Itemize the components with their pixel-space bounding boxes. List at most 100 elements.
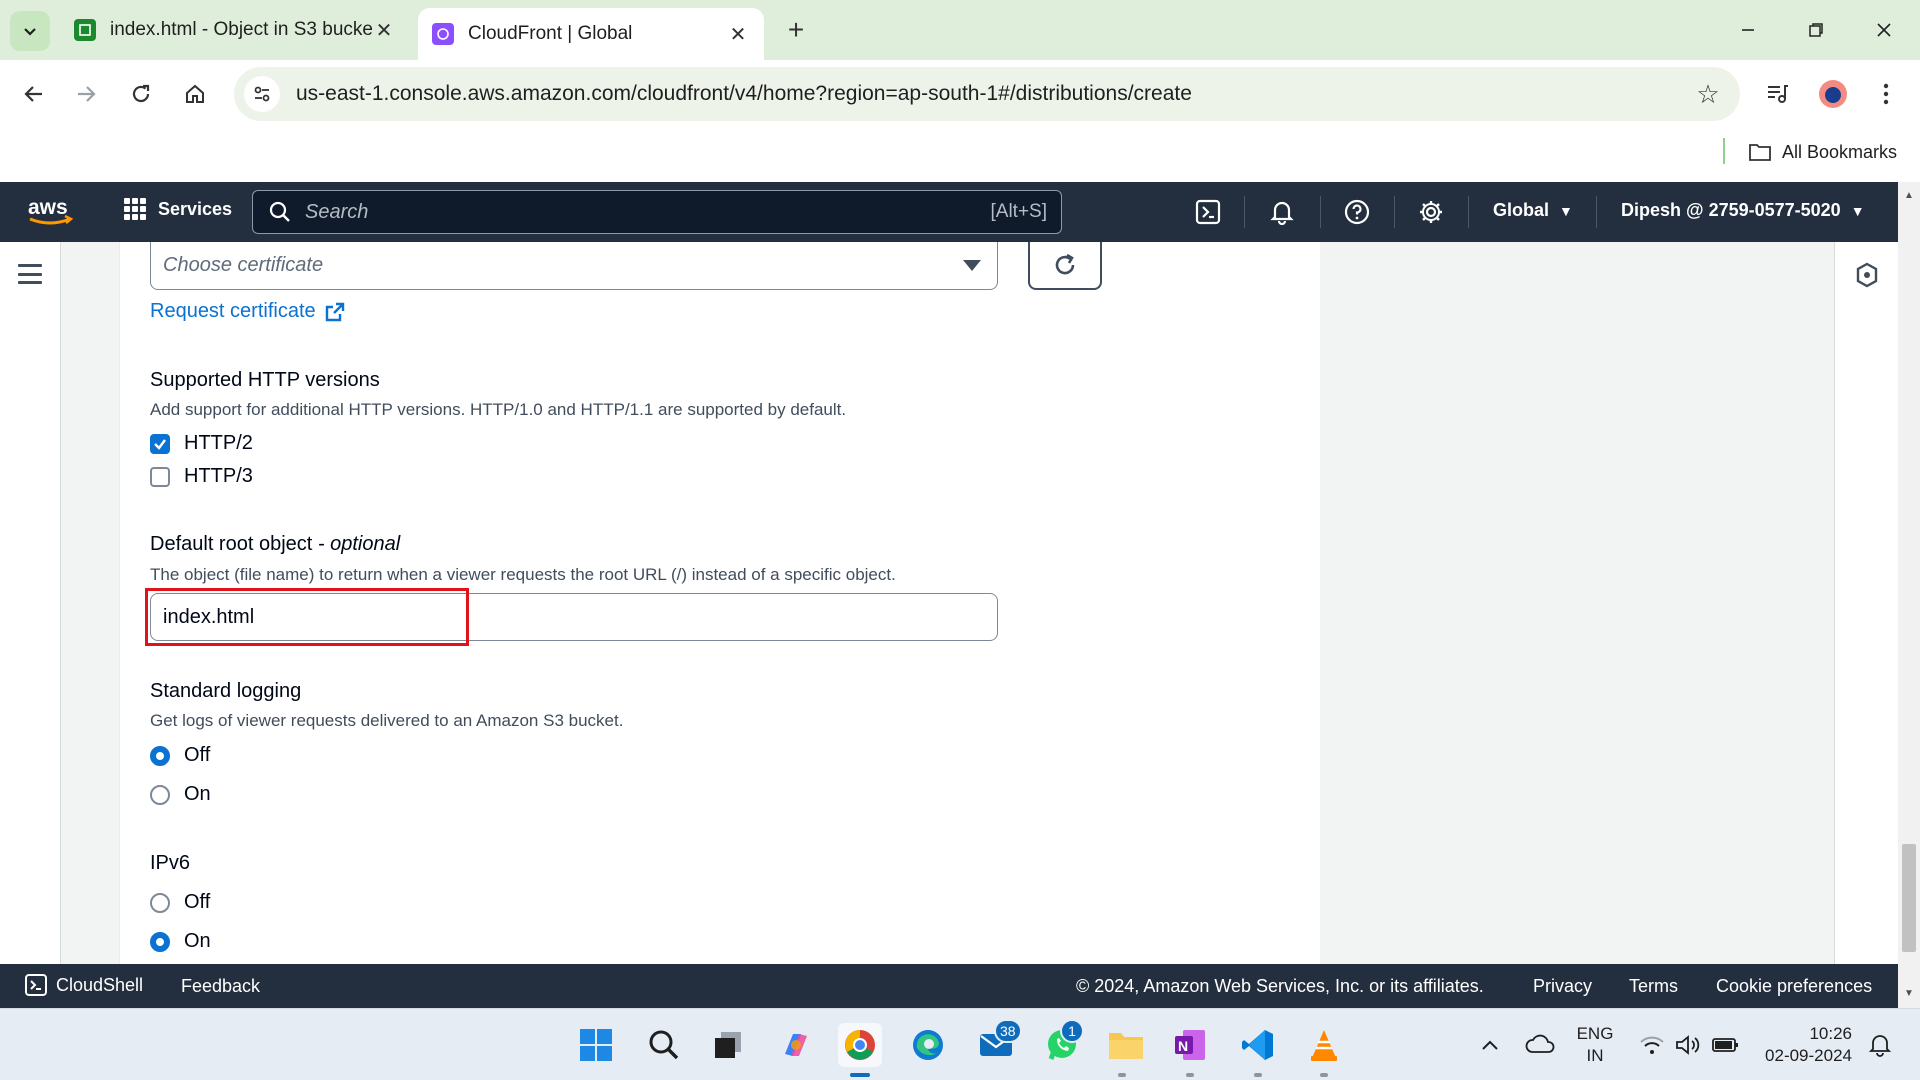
services-label: Services xyxy=(158,198,233,219)
copilot-icon[interactable] xyxy=(774,1023,818,1067)
region-selector[interactable]: Global ▼ xyxy=(1493,200,1573,221)
logging-on-radio-option[interactable]: On xyxy=(150,783,211,806)
all-bookmarks-label: All Bookmarks xyxy=(1782,141,1898,162)
right-content-area xyxy=(1320,242,1834,964)
window-close-icon[interactable] xyxy=(1862,12,1906,48)
bookmark-star-icon[interactable]: ☆ xyxy=(1688,74,1728,114)
nav-divider xyxy=(1320,196,1321,228)
chevron-down-icon xyxy=(24,28,36,36)
back-icon[interactable] xyxy=(14,74,54,114)
terms-link[interactable]: Terms xyxy=(1629,976,1678,997)
caret-down-icon xyxy=(963,260,981,271)
file-explorer-icon[interactable] xyxy=(1104,1023,1148,1067)
ipv6-on-radio-option[interactable]: On xyxy=(150,930,211,953)
running-app-indicator xyxy=(1254,1073,1262,1077)
svg-text:N: N xyxy=(1178,1038,1188,1054)
notifications-bell-icon[interactable] xyxy=(1264,194,1300,230)
tab-search-button[interactable] xyxy=(10,11,50,51)
checkmark-icon xyxy=(154,438,166,450)
cloudshell-label: CloudShell xyxy=(56,974,144,995)
cloudshell-icon[interactable] xyxy=(1190,194,1226,230)
restore-icon[interactable] xyxy=(1794,12,1838,48)
tab-title: index.html - Object in S3 bucke xyxy=(110,19,372,40)
radio-selected[interactable] xyxy=(150,931,170,952)
checkbox-unchecked[interactable] xyxy=(150,466,170,487)
windows-start-icon[interactable] xyxy=(574,1023,618,1067)
new-tab-button[interactable]: + xyxy=(780,14,812,46)
running-app-indicator xyxy=(1320,1073,1328,1077)
hamburger-menu-icon[interactable] xyxy=(18,264,42,284)
kebab-menu-icon[interactable] xyxy=(1866,74,1906,114)
close-icon[interactable]: ✕ xyxy=(726,22,750,46)
site-info-icon[interactable] xyxy=(244,76,280,112)
ipv6-off-radio-option[interactable]: Off xyxy=(150,891,210,914)
http-versions-label: Supported HTTP versions xyxy=(150,369,380,391)
all-bookmarks-button[interactable]: All Bookmarks xyxy=(1748,136,1897,168)
ipv6-on-label: On xyxy=(184,930,211,952)
http2-checkbox-option[interactable]: HTTP/2 xyxy=(150,432,253,455)
refresh-icon xyxy=(1055,253,1075,275)
scroll-up-arrow-icon[interactable]: ▲ xyxy=(1904,190,1914,201)
checkbox-checked[interactable] xyxy=(150,433,170,454)
scrollbar-thumb[interactable] xyxy=(1902,844,1916,952)
cloudshell-button[interactable]: CloudShell xyxy=(24,973,143,997)
running-app-indicator xyxy=(1186,1073,1194,1077)
nav-divider xyxy=(1244,196,1245,228)
radio-unselected[interactable] xyxy=(150,892,170,913)
clock[interactable]: 10:26 02-09-2024 xyxy=(1756,1023,1852,1067)
task-view-icon[interactable] xyxy=(706,1023,750,1067)
minimize-icon[interactable] xyxy=(1726,12,1770,48)
search-icon xyxy=(269,201,290,222)
forward-icon[interactable] xyxy=(66,74,106,114)
onenote-icon[interactable]: N xyxy=(1168,1023,1212,1067)
ipv6-off-label: Off xyxy=(184,891,211,913)
onedrive-cloud-icon[interactable] xyxy=(1518,1023,1562,1067)
services-menu[interactable]: Services xyxy=(124,198,232,220)
http3-checkbox-option[interactable]: HTTP/3 xyxy=(150,465,253,488)
account-menu[interactable]: Dipesh @ 2759-0577-5020 ▼ xyxy=(1621,200,1865,221)
page-scrollbar[interactable]: ▲ ▼ xyxy=(1898,182,1920,1008)
cookie-preferences-link[interactable]: Cookie preferences xyxy=(1716,976,1872,997)
privacy-link[interactable]: Privacy xyxy=(1533,976,1592,997)
taskbar-search-icon[interactable] xyxy=(642,1023,686,1067)
language-region: IN xyxy=(1586,1046,1604,1065)
aws-footer: CloudShell Feedback © 2024, Amazon Web S… xyxy=(0,964,1898,1008)
feedback-link[interactable]: Feedback xyxy=(181,976,260,997)
battery-icon[interactable] xyxy=(1704,1023,1748,1067)
home-icon[interactable] xyxy=(175,74,215,114)
profile-avatar[interactable] xyxy=(1813,74,1853,114)
account-label: Dipesh @ 2759-0577-5020 xyxy=(1621,200,1841,220)
tab-s3-object[interactable]: index.html - Object in S3 bucke ✕ xyxy=(60,8,410,52)
grid-icon xyxy=(124,198,146,220)
default-root-object-description: The object (file name) to return when a … xyxy=(150,565,896,584)
external-link-icon xyxy=(325,302,344,321)
settings-gear-icon[interactable] xyxy=(1413,194,1449,230)
show-hidden-icons-chevron-icon[interactable] xyxy=(1468,1023,1512,1067)
logging-off-radio-option[interactable]: Off xyxy=(150,744,210,767)
address-bar[interactable]: us-east-1.console.aws.amazon.com/cloudfr… xyxy=(234,67,1740,121)
media-control-icon[interactable] xyxy=(1758,74,1798,114)
vscode-icon[interactable] xyxy=(1236,1023,1280,1067)
tab-cloudfront[interactable]: CloudFront | Global ✕ xyxy=(418,8,764,60)
tools-hexagon-icon[interactable] xyxy=(1855,262,1879,293)
reload-icon[interactable] xyxy=(121,74,161,114)
browser-toolbar: us-east-1.console.aws.amazon.com/cloudfr… xyxy=(0,60,1920,128)
request-certificate-label: Request certificate xyxy=(150,300,316,322)
vlc-icon[interactable] xyxy=(1302,1023,1346,1067)
edge-icon[interactable] xyxy=(906,1023,950,1067)
radio-selected[interactable] xyxy=(150,745,170,766)
aws-logo[interactable]: aws xyxy=(26,194,76,230)
certificate-select[interactable]: Choose certificate xyxy=(150,242,998,290)
help-icon[interactable] xyxy=(1339,194,1375,230)
running-app-indicator xyxy=(1118,1073,1126,1077)
aws-search-input[interactable]: Search [Alt+S] xyxy=(252,190,1062,234)
scroll-down-arrow-icon[interactable]: ▼ xyxy=(1904,988,1914,999)
radio-unselected[interactable] xyxy=(150,784,170,805)
notifications-bell-icon[interactable] xyxy=(1858,1023,1902,1067)
tools-rail xyxy=(1834,242,1898,964)
request-certificate-link[interactable]: Request certificate xyxy=(150,300,346,323)
refresh-certificates-button[interactable] xyxy=(1028,242,1102,290)
chrome-icon[interactable] xyxy=(838,1023,882,1067)
language-indicator[interactable]: ENG IN xyxy=(1570,1023,1620,1067)
close-icon[interactable]: ✕ xyxy=(372,18,396,42)
